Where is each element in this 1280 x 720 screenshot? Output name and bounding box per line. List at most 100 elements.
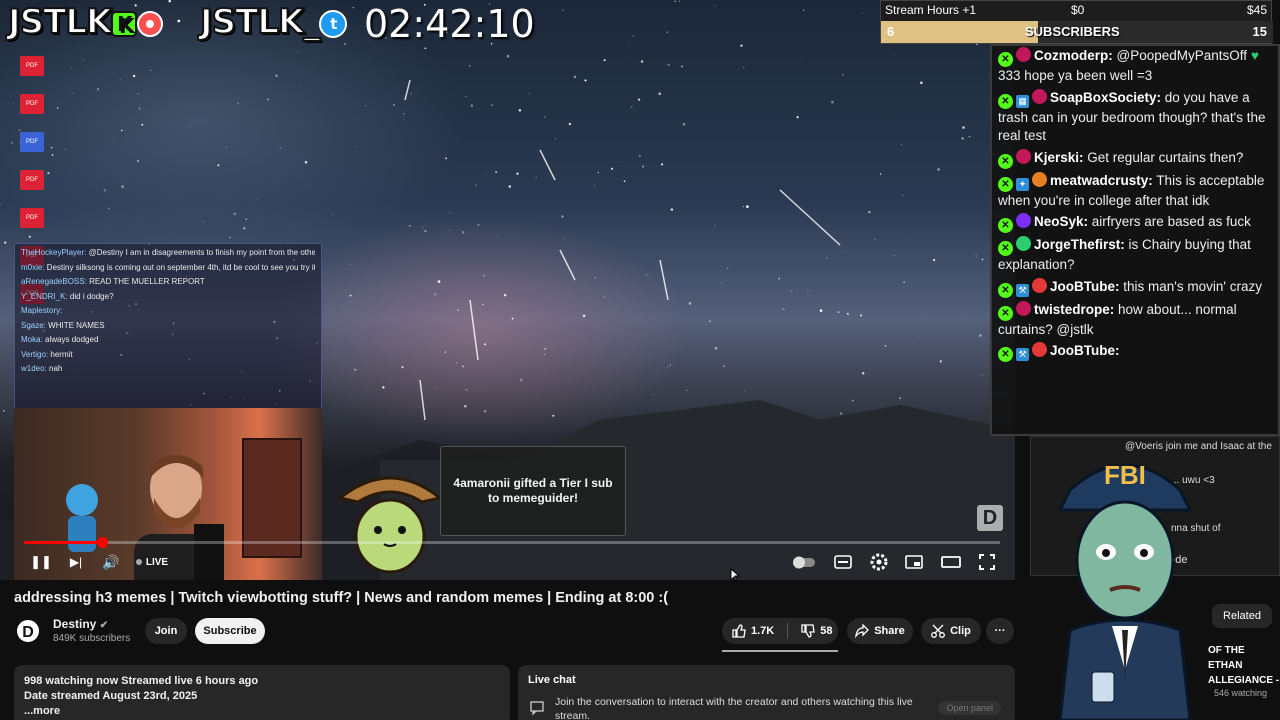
brand-right: JSTLK_ t [199,1,348,43]
more-actions-button[interactable]: ··· [986,618,1014,644]
chat-username[interactable]: twistedrope: [1034,302,1114,317]
channel-avatar[interactable]: D [15,618,41,644]
like-count: 1.7K [751,625,775,637]
subs-count: 6 [887,24,895,39]
chat-badge-icon: ⚒ [1016,283,1029,297]
video-player[interactable]: JSTLKK JSTLK_t 02:42:10 PDFPDFPDFPDFPDFP… [0,0,1015,580]
mini-chat-overlay: TheHockeyPlayer: @Destiny I am in disagr… [14,243,322,409]
chat-text: this man's movin' crazy [1123,278,1262,294]
chat-message: ✕ ⚒ JooBTube: this man's movin' crazy [996,277,1274,300]
mini-chat-username: m0xie: [21,262,45,272]
channel-name[interactable]: Destiny ✔ [53,617,108,631]
goal-min: $0 [1071,3,1085,17]
volume-icon[interactable]: 🔊 [100,548,122,576]
next-icon[interactable]: ▶| [66,548,86,576]
chat-message: ✕ Kjerski: Get regular curtains then? [996,148,1274,171]
chat-bubble-icon [530,701,544,715]
desktop-file-icon[interactable]: PDF [20,94,44,114]
dislike-count: 58 [820,625,833,637]
stream-goal-widget: Stream Hours +1 $0 $45 6 SUBSCRIBERS 15 [880,0,1273,44]
seek-handle[interactable] [97,537,109,548]
mini-chat-username: Maplestory: [21,306,63,315]
sub-gift-alert: 4amaronii gifted a Tier I sub to memegui… [440,446,626,536]
chat-username[interactable]: JooBTube: [1050,343,1120,358]
kick-badge-icon: ✕ [998,52,1013,67]
autoplay-toggle-icon[interactable] [792,548,816,576]
stream-timer: 02:42:10 [364,2,535,46]
verified-icon: ✔ [99,620,109,631]
seek-bar-fill [24,541,103,544]
channel-name-text: Destiny [53,617,97,631]
desktop-file-icon[interactable]: PDF [20,208,44,228]
live-indicator[interactable]: LIVE [132,548,172,576]
pause-icon[interactable]: ❚❚ [30,548,52,576]
channel-subscribers: 849K subscribers [53,633,131,644]
desktop-file-icon[interactable]: PDF [20,56,44,76]
mini-chat-text: did i dodge? [69,291,114,301]
kick-badge-icon: ✕ [998,241,1013,256]
kick-badge-icon: ✕ [998,218,1013,233]
desktop-file-icon[interactable]: PDF [20,170,44,190]
subtitles-icon[interactable] [833,548,853,576]
clip-button[interactable]: Clip [921,618,981,644]
chat-message: ✕ ⚒ JooBTube: [996,341,1274,364]
chat-username[interactable]: Kjerski: [1034,150,1084,165]
chat-username[interactable]: SoapBoxSociety: [1050,90,1161,105]
mini-chat-message: Maplestory: [21,304,315,319]
theater-mode-icon[interactable] [940,548,962,576]
chat-username[interactable]: Cozmoderp: [1034,48,1113,63]
subs-label: SUBSCRIBERS [1025,24,1120,39]
mini-chat-username: Y_ENDRI_K: [21,291,68,301]
chat-avatar-icon [1032,277,1047,293]
chat-avatar-icon [1032,88,1047,104]
mini-chat-message: Vertigo: hermit [21,348,315,363]
chat-badge-icon: ▦ [1016,94,1029,108]
chat-message: ✕ Cozmoderp: @PoopedMyPantsOff ♥ 333 hope… [996,46,1274,88]
description-box[interactable]: 998 watching now Streamed live 6 hours a… [14,665,510,720]
share-button[interactable]: Share [847,618,913,644]
twitter-icon: t [319,9,348,38]
fbi-agent-sticker: FBI [1057,460,1193,720]
mini-chat-message: Moka: always dodged [21,333,315,348]
mini-chat-message: aRenegadeBOSS: READ THE MUELLER REPORT [21,275,315,290]
chat-message: ✕ JorgeThefirst: is Chairy buying that ex… [996,235,1274,277]
subs-goal-bar: 6 SUBSCRIBERS 15 [881,21,1273,43]
settings-gear-icon[interactable] [869,548,889,576]
open-panel-button[interactable]: Open panel [938,701,1001,715]
chat-username[interactable]: JorgeThefirst: [1034,237,1125,252]
chat-username[interactable]: JooBTube: [1050,279,1120,294]
heart-emote-icon: ♥ [1250,48,1259,63]
mini-chat-username: Sgaze: [21,320,46,330]
like-dislike-group: 1.7K 58 [722,618,838,644]
dislike-button[interactable]: 58 [801,624,833,638]
like-ratio-bar [722,650,838,652]
chat-username[interactable]: NeoSyk: [1034,214,1088,229]
kick-badge-icon: ✕ [998,282,1013,298]
description-more-link[interactable]: ...more [24,704,500,719]
related-video-title[interactable]: OF THE ETHAN ALLEGIANCE - [1208,643,1280,688]
like-button[interactable]: 1.7K [732,624,774,638]
video-title: addressing h3 memes | Twitch viewbotting… [14,590,669,606]
description-stats: 998 watching now Streamed live 6 hours a… [24,675,259,687]
mini-chat-username: Moka: [21,335,43,344]
channel-watermark-logo: D [977,505,1003,531]
desktop-file-icon[interactable]: PDF [20,132,44,152]
chat-username[interactable]: meatwadcrusty: [1050,173,1153,188]
cam-shelf [242,438,302,558]
share-label: Share [874,625,905,637]
mini-chat-text: @Destiny I am in disagreements to finish… [88,248,315,257]
clip-label: Clip [950,625,971,637]
mini-chat-text: WHITE NAMES [48,320,105,330]
fullscreen-icon[interactable] [977,548,997,576]
chat-avatar-icon [1032,171,1047,187]
subscribe-button[interactable]: Subscribe [195,618,265,644]
related-tab[interactable]: Related [1212,604,1272,628]
live-chat-prompt: Join the conversation to interact with t… [555,696,913,720]
chat-text: 333 hope ya been well =3 [998,68,1153,83]
player-controls: ❚❚ ▶| 🔊 LIVE [0,548,1015,576]
kick-badge-icon: ✕ [998,176,1013,192]
join-button[interactable]: Join [145,618,187,644]
miniplayer-icon[interactable] [904,548,924,576]
brand-left: JSTLK K [7,1,164,43]
seek-bar[interactable] [24,537,1000,548]
